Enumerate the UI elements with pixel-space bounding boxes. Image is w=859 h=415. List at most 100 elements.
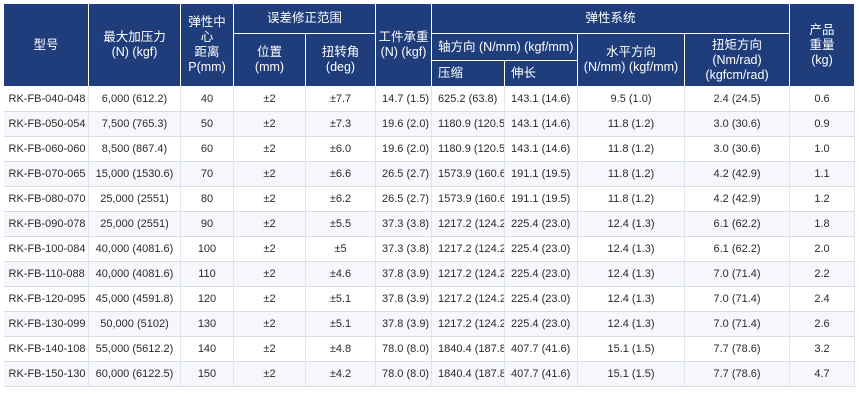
cell-torsion-angle: ±7.7 [305, 86, 377, 112]
cell-weight: 1.2 [789, 186, 856, 212]
cell-workpiece-load: 26.5 (2.7) [375, 186, 433, 212]
header-torque-line1: 扭矩方向 (Nm/rad) [712, 37, 763, 67]
cell-position: ±2 [233, 161, 306, 187]
table-row: RK-FB-060-060 8,500 (867.4) 60 ±2 ±6.0 19.6 (… [3, 136, 856, 162]
cell-compression: 1217.2 (124.2) [431, 236, 506, 262]
cell-position: ±2 [233, 136, 306, 162]
cell-weight: 0.9 [789, 111, 856, 137]
table-row: RK-FB-140-108 55,000 (5612.2) 140 ±2 ±4.8 78.… [3, 336, 856, 362]
cell-torsion-angle: ±6.2 [305, 186, 377, 212]
header-torque: 扭矩方向 (Nm/rad) (kgfcm/rad) [684, 33, 791, 87]
cell-pitch: 40 [180, 86, 234, 112]
cell-extension: 225.4 (23.0) [504, 311, 579, 337]
cell-compression: 625.2 (63.8) [431, 86, 506, 112]
header-max-force-line2: (N) (kgf) [111, 45, 158, 59]
cell-torsion-angle: ±5.1 [305, 311, 377, 337]
cell-position: ±2 [233, 111, 306, 137]
header-axial: 轴方向 (N/mm) (kgf/mm) [431, 33, 579, 61]
cell-workpiece-load: 37.3 (3.8) [375, 236, 433, 262]
cell-torsion-angle: ±7.3 [305, 111, 377, 137]
header-weight-line2: 重量 [809, 37, 835, 52]
cell-extension: 407.7 (41.6) [504, 361, 579, 387]
cell-max-force: 15,000 (1530.6) [88, 161, 181, 187]
header-angle-line1: 扭转角 [321, 45, 360, 59]
cell-weight: 2.6 [789, 311, 856, 337]
cell-pitch: 80 [180, 186, 234, 212]
cell-weight: 1.1 [789, 161, 856, 187]
cell-pitch: 110 [180, 261, 234, 287]
cell-max-force: 25,000 (2551) [88, 211, 181, 237]
cell-torque: 7.0 (71.4) [684, 261, 791, 287]
cell-max-force: 7,500 (765.3) [88, 111, 181, 137]
cell-horizontal: 15.1 (1.5) [577, 336, 686, 362]
cell-torque: 7.7 (78.6) [684, 361, 791, 387]
cell-position: ±2 [233, 186, 306, 212]
header-pitch: 弹性中心 距离 P(mm) [180, 3, 234, 87]
header-horizontal-line1: 水平方向 [606, 45, 657, 59]
cell-torsion-angle: ±5 [305, 236, 377, 262]
table-row: RK-FB-130-099 50,000 (5102) 130 ±2 ±5.1 37.8 … [3, 311, 856, 337]
cell-torsion-angle: ±6.6 [305, 161, 377, 187]
cell-extension: 225.4 (23.0) [504, 211, 579, 237]
cell-weight: 3.2 [789, 336, 856, 362]
cell-weight: 1.0 [789, 136, 856, 162]
cell-model: RK-FB-090-078 [3, 211, 89, 237]
cell-max-force: 40,000 (4081.6) [88, 236, 181, 262]
cell-weight: 2.4 [789, 286, 856, 312]
table-row: RK-FB-150-130 60,000 (6122.5) 150 ±2 ±4.2 78.… [3, 361, 856, 387]
table-header: 型号 最大加压力 (N) (kgf) 弹性中心 距离 P(mm) 误差修正范围 … [3, 3, 856, 87]
cell-model: RK-FB-150-130 [3, 361, 89, 387]
cell-extension: 225.4 (23.0) [504, 261, 579, 287]
cell-horizontal: 11.8 (1.2) [577, 111, 686, 137]
header-torsion-angle: 扭转角 (deg) [304, 33, 377, 87]
cell-weight: 2.2 [789, 261, 856, 287]
cell-workpiece-load: 26.5 (2.7) [375, 161, 433, 187]
cell-extension: 143.1 (14.6) [504, 86, 579, 112]
cell-extension: 191.1 (19.5) [504, 186, 579, 212]
header-horizontal-line2: (N/mm) (kgf/mm) [583, 60, 679, 74]
cell-position: ±2 [233, 336, 306, 362]
cell-model: RK-FB-040-048 [3, 86, 89, 112]
cell-workpiece-load: 37.3 (3.8) [375, 211, 433, 237]
cell-pitch: 140 [180, 336, 234, 362]
table-row: RK-FB-100-084 40,000 (4081.6) 100 ±2 ±5 37.3 … [3, 236, 856, 262]
cell-horizontal: 12.4 (1.3) [577, 236, 686, 262]
cell-extension: 407.7 (41.6) [504, 336, 579, 362]
cell-extension: 225.4 (23.0) [504, 236, 579, 262]
cell-pitch: 100 [180, 236, 234, 262]
cell-max-force: 6,000 (612.2) [88, 86, 181, 112]
cell-workpiece-load: 78.0 (8.0) [375, 361, 433, 387]
spec-table: 型号 最大加压力 (N) (kgf) 弹性中心 距离 P(mm) 误差修正范围 … [3, 3, 856, 387]
cell-torque: 4.2 (42.9) [684, 186, 791, 212]
cell-workpiece-load: 19.6 (2.0) [375, 111, 433, 137]
cell-weight: 2.0 [789, 236, 856, 262]
cell-torque: 3.0 (30.6) [684, 111, 791, 137]
cell-pitch: 130 [180, 311, 234, 337]
cell-compression: 1217.2 (124.2) [431, 286, 506, 312]
header-angle-line2: (deg) [325, 60, 356, 74]
cell-horizontal: 11.8 (1.2) [577, 136, 686, 162]
cell-torque: 7.0 (71.4) [684, 311, 791, 337]
cell-max-force: 45,000 (4591.8) [88, 286, 181, 312]
table-row: RK-FB-110-088 40,000 (4081.6) 110 ±2 ±4.6 37.… [3, 261, 856, 287]
cell-workpiece-load: 37.8 (3.9) [375, 286, 433, 312]
cell-torsion-angle: ±4.8 [305, 336, 377, 362]
table-row: RK-FB-080-070 25,000 (2551) 80 ±2 ±6.2 26.5 (… [3, 186, 856, 212]
cell-model: RK-FB-060-060 [3, 136, 89, 162]
cell-torque: 7.0 (71.4) [684, 286, 791, 312]
cell-torque: 2.4 (24.5) [684, 86, 791, 112]
header-pitch-line2: 距离 [194, 45, 220, 59]
cell-position: ±2 [233, 286, 306, 312]
table-body: RK-FB-040-048 6,000 (612.2) 40 ±2 ±7.7 14.7 (… [3, 86, 856, 387]
cell-workpiece-load: 19.6 (2.0) [375, 136, 433, 162]
cell-max-force: 40,000 (4081.6) [88, 261, 181, 287]
cell-max-force: 25,000 (2551) [88, 186, 181, 212]
cell-compression: 1840.4 (187.8) [431, 336, 506, 362]
header-extension: 伸长 [504, 60, 579, 87]
cell-torsion-angle: ±5.5 [305, 211, 377, 237]
cell-torque: 7.7 (78.6) [684, 336, 791, 362]
cell-compression: 1180.9 (120.5) [431, 111, 506, 137]
cell-pitch: 60 [180, 136, 234, 162]
cell-workpiece-load: 37.8 (3.9) [375, 311, 433, 337]
cell-max-force: 50,000 (5102) [88, 311, 181, 337]
